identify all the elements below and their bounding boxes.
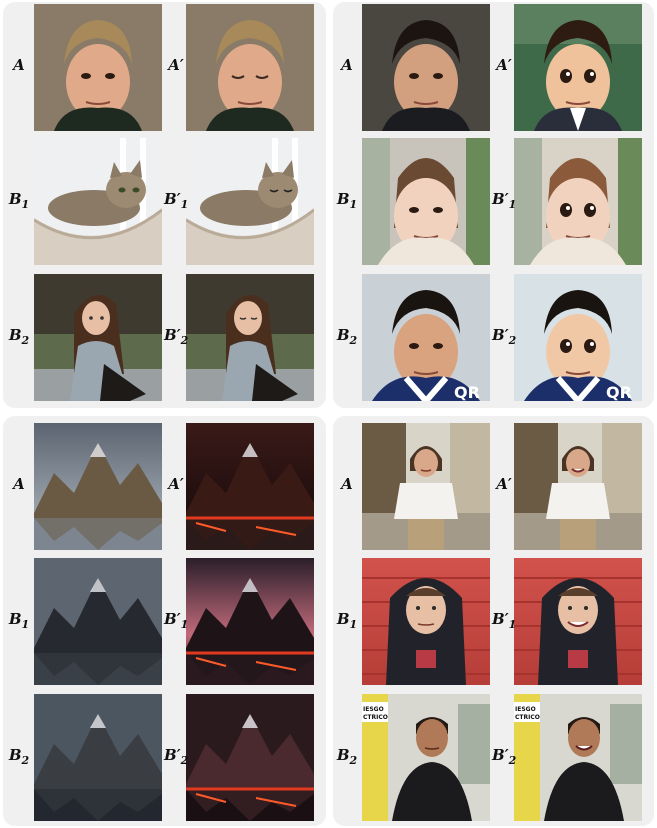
snowy-peaks-lake-image [34, 694, 162, 821]
label-b1: B1 [335, 610, 359, 634]
portrait-man-eyes-open-image [34, 4, 162, 131]
label-letter: B [164, 610, 177, 628]
man-photo-image [362, 4, 490, 131]
label-subscript: 2 [180, 334, 189, 347]
label-subscript: 2 [180, 754, 189, 767]
label-subscript: 2 [349, 754, 358, 767]
label-letter: B [492, 190, 505, 208]
label-a: A [335, 475, 359, 493]
label-a-prime: A′ [492, 475, 516, 493]
label-b1-prime: B′1 [164, 190, 188, 214]
woman-street-anime-image [514, 138, 642, 265]
label-b1: B1 [7, 610, 31, 634]
label-subscript: 1 [349, 618, 358, 631]
man-street-smile-image: IESGO CTRICO [514, 694, 642, 821]
label-letter: A [341, 56, 353, 74]
man-jacket-anime-image: QR [514, 274, 642, 401]
man-anime-image [514, 4, 642, 131]
label-letter: B [492, 746, 505, 764]
label-subscript: 1 [508, 618, 517, 631]
label-subscript: 1 [180, 198, 189, 211]
cat-in-basket-eyes-closed-image [186, 138, 314, 265]
label-letter: B [8, 190, 22, 208]
label-a: A [335, 56, 359, 74]
label-a: A [7, 475, 31, 493]
man-hoodie-neutral-image [362, 558, 490, 685]
label-letter: B [164, 746, 177, 764]
cat-in-basket-eyes-open-image [34, 138, 162, 265]
label-letter: A [168, 56, 180, 74]
svg-text:CTRICO: CTRICO [363, 714, 388, 721]
label-subscript: 1 [180, 618, 189, 631]
label-letter: B [336, 610, 350, 628]
label-letter: B [336, 190, 350, 208]
label-b1-prime: B′1 [492, 610, 516, 634]
woman-street-smile-image [514, 423, 642, 550]
label-prime-mark: ′ [507, 56, 512, 74]
label-letter: B [8, 746, 22, 764]
snowy-peaks-lake-red-image [186, 694, 314, 821]
label-subscript: 2 [21, 334, 30, 347]
label-a-prime: A′ [164, 475, 188, 493]
label-b2: B2 [335, 746, 359, 770]
label-letter: A [168, 475, 180, 493]
label-b2: B2 [7, 326, 31, 350]
woman-street-neutral-image [362, 423, 490, 550]
mountain-lake-lava-image [186, 423, 314, 550]
label-b1-prime: B′1 [164, 610, 188, 634]
label-a-prime: A′ [492, 56, 516, 74]
woman-sitting-eyes-closed-image [186, 274, 314, 401]
label-letter: A [496, 475, 508, 493]
svg-text:IESGO: IESGO [515, 706, 536, 713]
portrait-man-eyes-closed-image [186, 4, 314, 131]
label-b2-prime: B′2 [164, 326, 188, 350]
label-subscript: 2 [508, 754, 517, 767]
man-street-neutral-image: IESGO CTRICO [362, 694, 490, 821]
label-prime-mark: ′ [179, 475, 184, 493]
label-prime-mark: ′ [179, 56, 184, 74]
label-letter: A [13, 475, 25, 493]
label-letter: B [164, 190, 177, 208]
man-hoodie-smile-image [514, 558, 642, 685]
label-letter: A [496, 56, 508, 74]
label-letter: B [336, 326, 350, 344]
label-subscript: 1 [21, 198, 30, 211]
label-a-prime: A′ [164, 56, 188, 74]
label-letter: B [336, 746, 350, 764]
label-prime-mark: ′ [507, 475, 512, 493]
label-subscript: 1 [21, 618, 30, 631]
label-b1-prime: B′1 [492, 190, 516, 214]
label-b1: B1 [7, 190, 31, 214]
label-letter: B [8, 610, 22, 628]
svg-text:QR: QR [606, 383, 632, 401]
label-subscript: 2 [21, 754, 30, 767]
label-b2-prime: B′2 [492, 326, 516, 350]
mountain-reflection-red-image [186, 558, 314, 685]
label-b2-prime: B′2 [492, 746, 516, 770]
woman-sitting-photo-image [34, 274, 162, 401]
label-b2-prime: B′2 [164, 746, 188, 770]
label-a: A [7, 56, 31, 74]
label-subscript: 2 [508, 334, 517, 347]
mountain-reflection-image [34, 558, 162, 685]
label-subscript: 1 [349, 198, 358, 211]
label-b2: B2 [335, 326, 359, 350]
label-letter: A [341, 475, 353, 493]
label-letter: A [13, 56, 25, 74]
woman-street-photo-image [362, 138, 490, 265]
label-b2: B2 [7, 746, 31, 770]
label-letter: B [164, 326, 177, 344]
svg-text:QR: QR [454, 383, 480, 401]
mountain-lake-image [34, 423, 162, 550]
label-subscript: 2 [349, 334, 358, 347]
label-b1: B1 [335, 190, 359, 214]
label-subscript: 1 [508, 198, 517, 211]
svg-text:CTRICO: CTRICO [515, 714, 540, 721]
svg-text:IESGO: IESGO [363, 706, 384, 713]
label-letter: B [492, 610, 505, 628]
man-jacket-photo-image: QR [362, 274, 490, 401]
label-letter: B [8, 326, 22, 344]
label-letter: B [492, 326, 505, 344]
